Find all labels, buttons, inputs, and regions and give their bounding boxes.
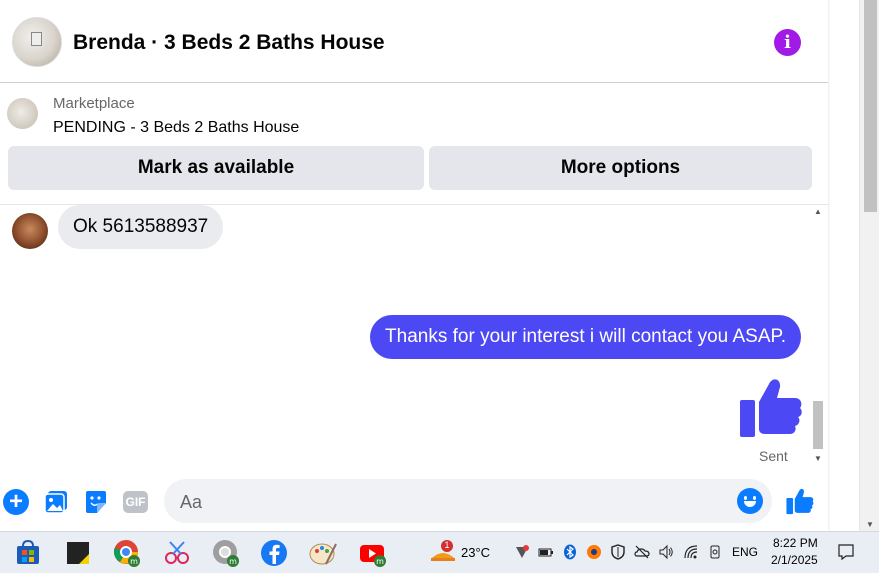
store-icon[interactable] [13, 538, 43, 568]
emoji-icon[interactable] [737, 488, 763, 514]
thumbs-up-icon[interactable] [786, 487, 814, 515]
contact-avatar[interactable] [12, 17, 62, 67]
more-options-button[interactable]: More options [429, 146, 812, 190]
add-icon[interactable]: + [3, 489, 29, 515]
listing-label: Marketplace [53, 95, 135, 112]
messages-scrollbar[interactable]: ▲ ▼ [811, 205, 825, 465]
bluetooth-icon[interactable] [562, 544, 578, 560]
sticker-icon[interactable] [83, 489, 109, 515]
scroll-down-arrow-icon[interactable]: ▼ [814, 454, 822, 463]
info-icon[interactable]: i [774, 29, 801, 56]
listing-status[interactable]: PENDING - 3 Beds 2 Baths House [53, 119, 299, 137]
gif-icon[interactable]: GIF [123, 491, 148, 513]
message-input-wrapper [164, 479, 772, 525]
listing-thumbnail[interactable] [7, 98, 38, 129]
paint-icon[interactable] [308, 538, 338, 568]
youtube-profile-icon[interactable]: m [358, 538, 388, 568]
svg-text:m: m [376, 557, 384, 566]
svg-text:m: m [130, 557, 138, 566]
marketplace-listing: Marketplace PENDING - 3 Beds 2 Baths Hou… [0, 83, 828, 205]
chrome-profile-icon[interactable]: m [112, 538, 142, 568]
security-shield-icon[interactable] [610, 544, 626, 560]
sender-avatar[interactable] [12, 213, 48, 249]
weather-temperature[interactable]: 23°C [461, 545, 490, 560]
antivirus-icon[interactable] [586, 544, 602, 560]
scroll-down-arrow-icon[interactable]: ▼ [866, 520, 874, 529]
incoming-message[interactable]: Ok 5613588937 [58, 205, 224, 249]
clock-date[interactable]: 2/1/2025 [771, 553, 818, 567]
message-status: Sent [759, 448, 788, 464]
scroll-up-arrow-icon[interactable]: ▲ [814, 207, 822, 216]
page-scrollbar[interactable]: ▼ [859, 0, 879, 531]
vpn-icon[interactable] [514, 544, 530, 560]
message-input[interactable] [178, 479, 722, 525]
message-list: Ok 5613588937 Thanks for your interest i… [0, 205, 828, 465]
mark-as-available-button[interactable]: Mark as available [8, 146, 424, 190]
weather-icon[interactable] [428, 538, 458, 568]
snipping-tool-icon[interactable] [162, 538, 192, 568]
chrome-profile-2-icon[interactable]: m [211, 538, 241, 568]
sticky-notes-icon[interactable] [63, 538, 93, 568]
notifications-icon[interactable] [837, 543, 855, 561]
device-sync-icon[interactable] [707, 544, 723, 560]
like-icon[interactable] [739, 376, 803, 438]
wifi-icon[interactable] [683, 544, 699, 560]
chat-window: Brenda · 3 Beds 2 Baths House i Marketpl… [0, 0, 828, 531]
photo-icon[interactable] [43, 489, 69, 515]
outgoing-message[interactable]: Thanks for your interest i will contact … [370, 315, 801, 359]
onedrive-offline-icon[interactable] [634, 544, 650, 560]
speaker-icon[interactable] [658, 544, 674, 560]
chat-title[interactable]: Brenda · 3 Beds 2 Baths House [73, 31, 385, 55]
chat-header: Brenda · 3 Beds 2 Baths House i [0, 0, 828, 83]
language-indicator[interactable]: ENG [732, 545, 758, 559]
svg-text:m: m [229, 557, 237, 566]
clock-time[interactable]: 8:22 PM [773, 536, 818, 550]
page-scrollbar-thumb[interactable] [864, 0, 877, 212]
windows-taskbar: m m m 1 23°C ENG 8:22 PM 2/1/2025 [0, 531, 879, 573]
message-composer: + GIF [0, 475, 828, 531]
facebook-icon[interactable] [259, 538, 289, 568]
messages-scrollbar-thumb[interactable] [813, 401, 823, 449]
weather-badge: 1 [444, 540, 450, 550]
battery-icon[interactable] [538, 544, 554, 560]
